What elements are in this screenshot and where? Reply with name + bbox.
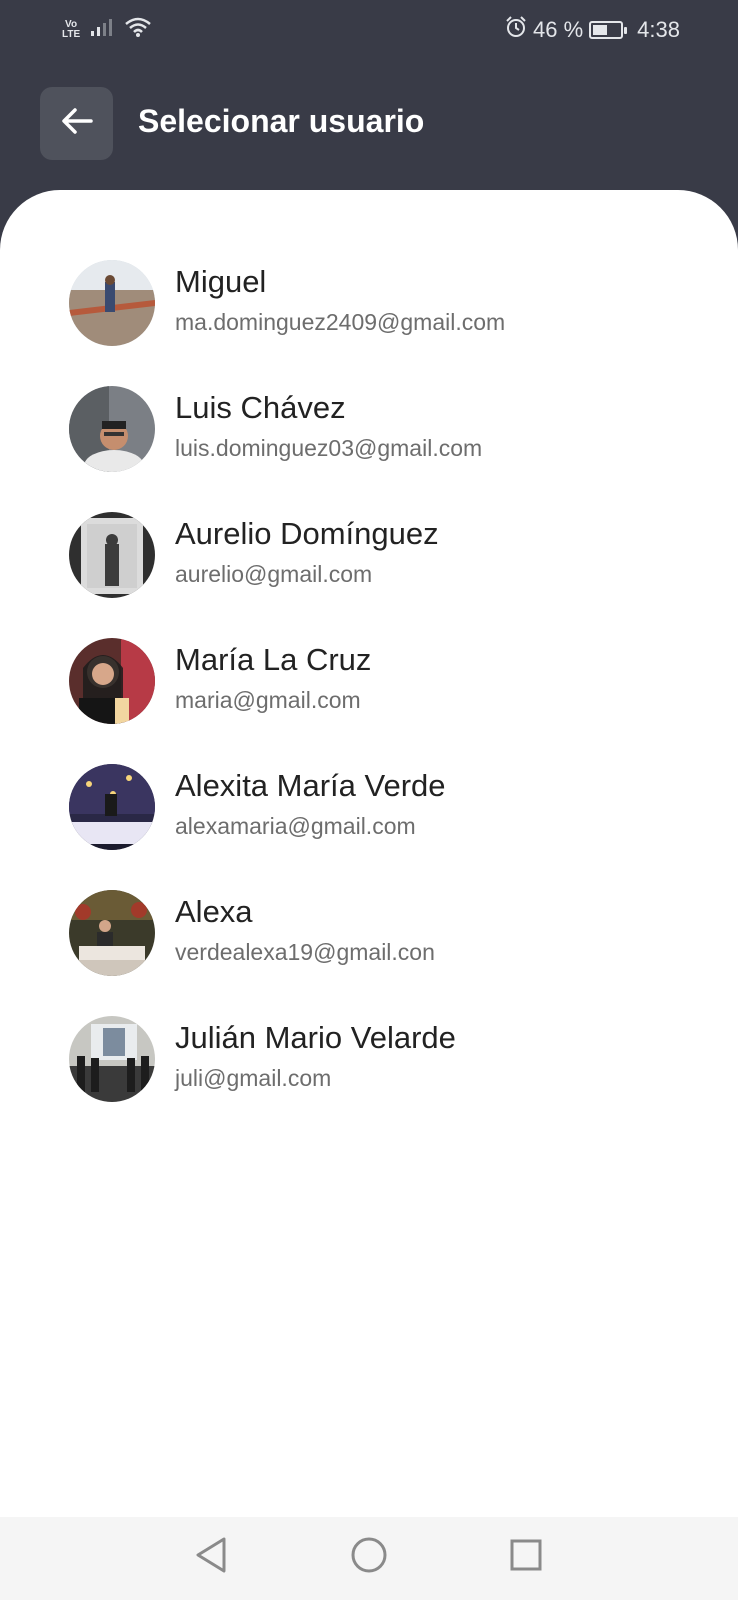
user-name: Aurelio Domínguez [175, 516, 439, 551]
user-name: Luis Chávez [175, 390, 346, 425]
alarm-icon [505, 16, 527, 44]
system-nav-bar [0, 1517, 738, 1600]
user-item[interactable]: Alexa verdealexa19@gmail.con [0, 890, 738, 1016]
user-email: verdealexa19@gmail.con [175, 939, 435, 965]
clock: 4:38 [637, 17, 680, 42]
back-button[interactable] [40, 87, 113, 160]
back-triangle-icon [194, 1536, 228, 1579]
user-name: Alexita María Verde [175, 768, 446, 803]
signal-icon [90, 17, 114, 42]
avatar [69, 638, 155, 724]
home-circle-icon [350, 1536, 388, 1579]
status-left: Vo LTE [62, 16, 152, 43]
avatar [69, 764, 155, 850]
page-title: Selecionar usuario [138, 103, 425, 139]
user-item[interactable]: María La Cruz maria@gmail.com [0, 638, 738, 764]
user-email: maria@gmail.com [175, 687, 361, 713]
user-item[interactable]: Luis Chávez luis.dominguez03@gmail.com [0, 386, 738, 512]
avatar [69, 1016, 155, 1102]
avatar [69, 386, 155, 472]
arrow-left-icon [60, 106, 94, 141]
user-name: Alexa [175, 894, 253, 929]
user-email: ma.dominguez2409@gmail.com [175, 309, 506, 335]
volte-indicator: Vo LTE [62, 18, 81, 40]
volte-bottom-label: LTE [62, 28, 81, 40]
user-name: Miguel [175, 264, 267, 299]
battery-fill [593, 25, 607, 35]
user-email: luis.dominguez03@gmail.com [175, 435, 483, 461]
user-email: aurelio@gmail.com [175, 561, 373, 587]
status-right: 46 % 4:38 [505, 16, 680, 44]
nav-home-button[interactable] [349, 1537, 389, 1577]
user-name: Julián Mario Velarde [175, 1020, 456, 1055]
avatar [69, 260, 155, 346]
user-name: María La Cruz [175, 642, 372, 677]
avatar [69, 890, 155, 976]
app-header: Selecionar usuario [0, 58, 738, 188]
user-list: Miguel ma.dominguez2409@gmail.com Luis C… [0, 260, 738, 1142]
user-email: alexamaria@gmail.com [175, 813, 416, 839]
battery-icon [589, 21, 628, 39]
recents-square-icon [509, 1538, 543, 1577]
wifi-icon [124, 16, 152, 43]
content-sheet: Miguel ma.dominguez2409@gmail.com Luis C… [0, 190, 738, 1517]
avatar [69, 512, 155, 598]
nav-back-button[interactable] [191, 1537, 231, 1577]
user-email: juli@gmail.com [175, 1065, 332, 1091]
user-item[interactable]: Aurelio Domínguez aurelio@gmail.com [0, 512, 738, 638]
user-item[interactable]: Miguel ma.dominguez2409@gmail.com [0, 260, 738, 386]
user-item[interactable]: Julián Mario Velarde juli@gmail.com [0, 1016, 738, 1142]
battery-percent: 46 % [533, 17, 584, 42]
nav-recents-button[interactable] [506, 1537, 546, 1577]
volte-top-label: Vo [65, 18, 78, 30]
status-bar: Vo LTE 46 % 4:38 [0, 0, 738, 58]
user-item[interactable]: Alexita María Verde alexamaria@gmail.com [0, 764, 738, 890]
